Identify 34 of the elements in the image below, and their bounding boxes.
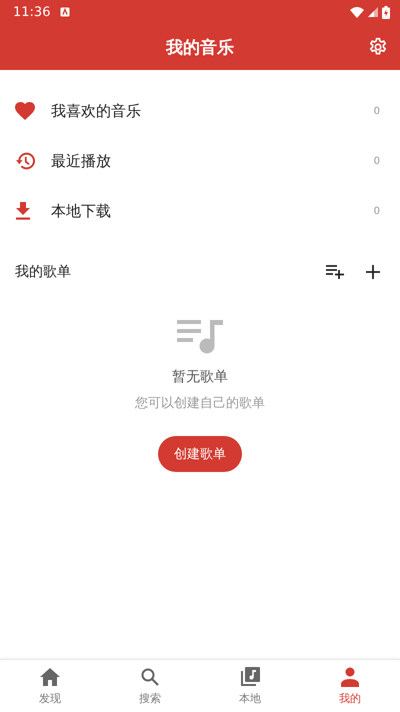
notification-icon (60, 7, 70, 17)
home-icon (40, 668, 60, 686)
menu-label: 最近播放 (51, 152, 112, 170)
nav-tab[interactable]: 发现 (0, 660, 100, 712)
settings-icon[interactable] (368, 37, 388, 57)
add-to-playlist-icon[interactable] (326, 265, 344, 279)
create-playlist-button[interactable]: 创建歌单 (158, 436, 242, 472)
battery-icon (382, 6, 390, 18)
nav-tab[interactable]: 搜索 (100, 660, 200, 712)
add-icon[interactable] (366, 265, 380, 279)
item-count: 0 (374, 206, 380, 216)
status-time: 11:36 (13, 4, 50, 20)
nav-tab[interactable]: 我的 (300, 660, 400, 712)
section-title: 我的歌单 (15, 263, 72, 281)
menu-item[interactable]: 最近播放 0 (0, 136, 400, 186)
item-count: 0 (374, 156, 380, 166)
playlist-icon (177, 318, 223, 354)
empty-title: 暂无歌单 (172, 368, 228, 386)
search-icon (141, 668, 159, 686)
menu-label: 本地下载 (51, 202, 112, 220)
download-icon (15, 202, 31, 220)
empty-hint: 您可以创建自己的歌单 (135, 395, 265, 412)
menu-item[interactable]: 我喜欢的音乐 0 (0, 86, 400, 136)
page-title: 我的音乐 (166, 36, 234, 58)
signal-icon (368, 7, 378, 17)
music-library-icon (240, 667, 260, 686)
heart-icon (15, 102, 35, 120)
item-count: 0 (374, 106, 380, 116)
menu-label: 我喜欢的音乐 (51, 102, 142, 120)
nav-tab[interactable]: 本地 (200, 660, 300, 712)
person-icon (341, 666, 359, 686)
history-icon (15, 152, 35, 170)
wifi-icon (350, 6, 364, 18)
menu-item[interactable]: 本地下载 0 (0, 186, 400, 236)
